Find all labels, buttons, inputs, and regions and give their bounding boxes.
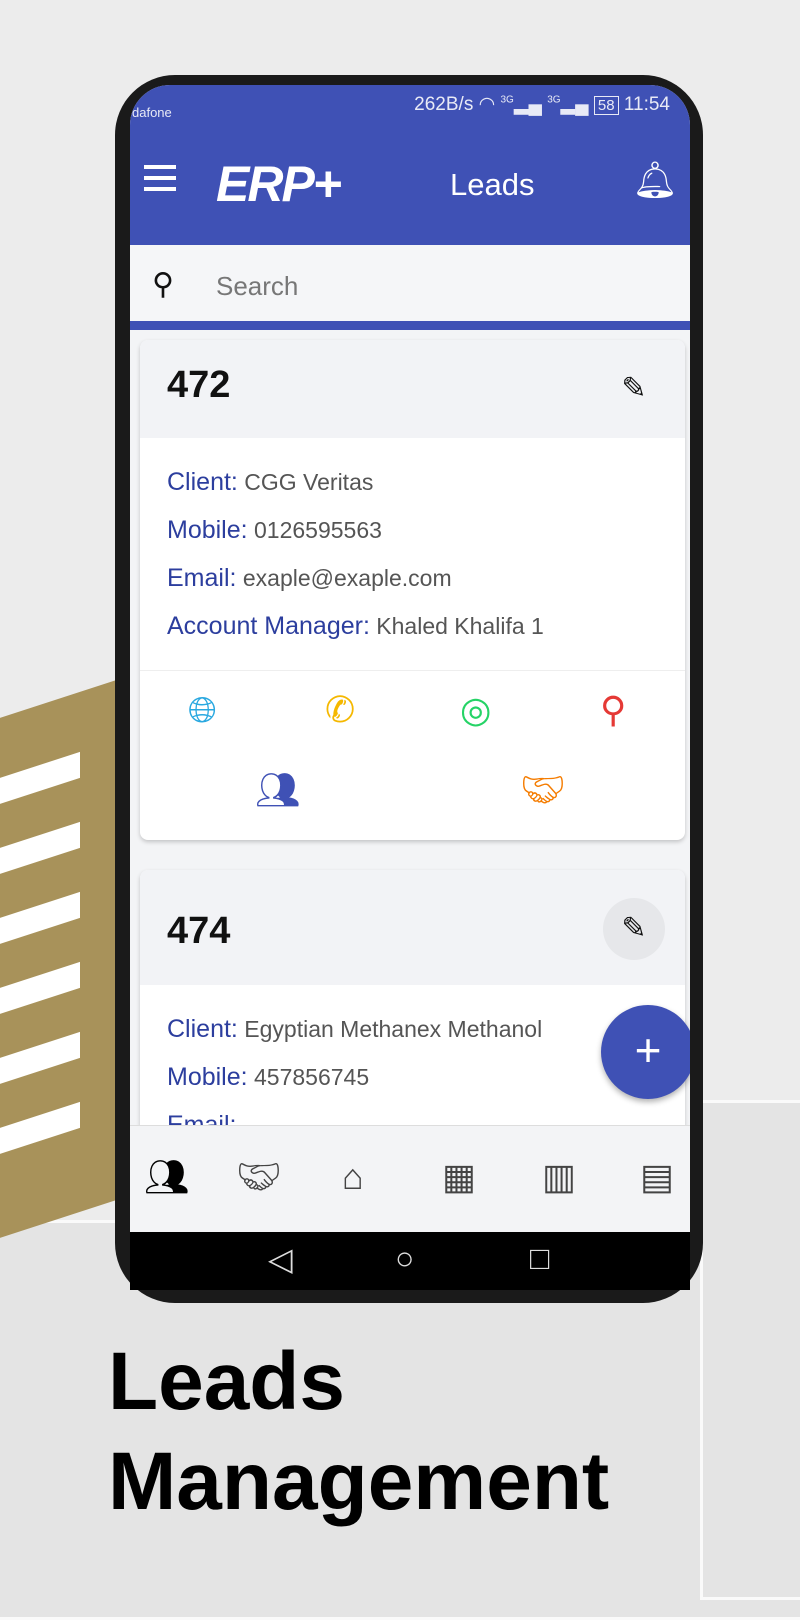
edit-icon[interactable]: ✎	[603, 358, 665, 420]
lead-card[interactable]: 472 ✎ Client: CGG Veritas Mobile: 012659…	[140, 340, 685, 840]
network-speed: 262B/s	[414, 94, 474, 115]
whatsapp-icon[interactable]: ◎	[460, 689, 491, 731]
signal-icon: ▂▄	[560, 94, 589, 115]
email-value: exaple@exaple.com	[242, 565, 452, 591]
add-lead-button[interactable]: +	[601, 1005, 690, 1099]
promo-title-line1: Leads	[108, 1336, 345, 1427]
report-icon[interactable]: ▤	[640, 1156, 674, 1198]
search-bar[interactable]: ⚲ Search	[130, 245, 690, 330]
card-header: 472 ✎	[140, 340, 685, 438]
edit-icon[interactable]: ✎	[603, 898, 665, 960]
page-title: Leads	[450, 167, 535, 202]
clock: 11:54	[623, 94, 670, 115]
promo-title-line2: Management	[108, 1436, 610, 1527]
background-building	[700, 1100, 800, 1600]
contacts-icon[interactable]: 👥︎	[255, 769, 301, 811]
signal-type: 3G	[500, 94, 514, 106]
globe-icon[interactable]: 🌐︎	[188, 689, 217, 732]
lead-id: 474	[167, 910, 231, 952]
home-button-icon[interactable]: ○	[395, 1240, 414, 1277]
search-input[interactable]: Search	[216, 271, 298, 302]
search-icon: ⚲	[152, 268, 174, 301]
mobile-value: 0126595563	[253, 517, 382, 543]
contacts-icon[interactable]: 👥︎	[144, 1156, 190, 1198]
status-bar: 262B/s ◠ 3G▂▄ 3G▂▄ 58 11:54	[414, 93, 670, 116]
handshake-icon[interactable]: 🤝︎	[236, 1156, 282, 1198]
location-icon[interactable]: ⚲	[600, 689, 626, 731]
client-label: Client:	[167, 1015, 238, 1043]
home-icon[interactable]: ⌂	[342, 1156, 364, 1198]
bell-icon[interactable]: 🔔︎	[632, 159, 678, 201]
menu-icon[interactable]	[144, 165, 176, 198]
signal-type: 3G	[547, 94, 561, 106]
system-nav-bar: ◁ ○ □	[130, 1232, 690, 1290]
app-header: dafone 262B/s ◠ 3G▂▄ 3G▂▄ 58 11:54 ERP+ …	[130, 85, 690, 245]
manager-value: Khaled Khalifa 1	[376, 613, 544, 639]
carrier-label: dafone	[132, 105, 172, 120]
battery-icon: 58	[593, 96, 619, 115]
calendar-icon[interactable]: ▦	[442, 1156, 476, 1198]
lead-id: 472	[167, 364, 231, 406]
mobile-label: Mobile:	[167, 1063, 248, 1091]
phone-icon[interactable]: ✆	[325, 689, 355, 731]
manager-label: Account Manager:	[167, 612, 370, 640]
app-logo: ERP+	[216, 156, 342, 212]
client-label: Client:	[167, 468, 238, 496]
bottom-nav: 👥︎ 🤝︎ ⌂ ▦ ▥ ▤	[130, 1125, 690, 1232]
mobile-label: Mobile:	[167, 516, 248, 544]
email-label: Email:	[167, 564, 237, 592]
deal-icon[interactable]: 🤝︎	[520, 769, 566, 811]
client-value: Egyptian Methanex Methanol	[244, 1016, 543, 1042]
recents-icon[interactable]: □	[530, 1240, 549, 1277]
mobile-value: 457856745	[253, 1064, 370, 1090]
card-header: 474 ✎	[140, 870, 685, 985]
signal-icon: ▂▄	[513, 94, 542, 115]
back-icon[interactable]: ◁	[268, 1240, 293, 1278]
building-icon[interactable]: ▥	[542, 1156, 576, 1198]
phone-screen: dafone 262B/s ◠ 3G▂▄ 3G▂▄ 58 11:54 ERP+ …	[130, 85, 690, 1232]
client-value: CGG Veritas	[244, 469, 374, 495]
wifi-icon: ◠	[478, 94, 496, 115]
